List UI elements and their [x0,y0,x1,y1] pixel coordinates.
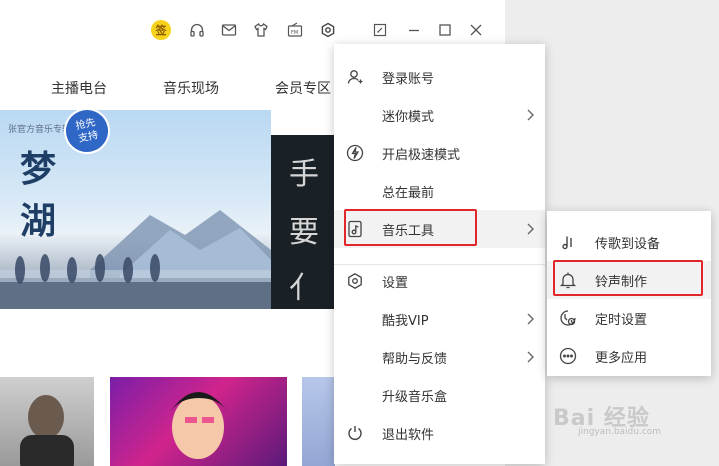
submenu-item-transfer-songs[interactable]: 传歌到设备 [547,223,711,261]
submenu-item-more-apps[interactable]: 更多应用 [547,337,711,375]
menu-item-speed-mode[interactable]: 开启极速模式 [334,134,545,172]
menu-item-mini-mode[interactable]: 迷你模式 [334,96,545,134]
user-icon [347,70,363,84]
featured-album-banner[interactable]: 张官方音乐专辑 梦 湖 [0,110,271,309]
menu-label: 退出软件 [382,428,435,443]
menu-item-login[interactable]: 登录账号 [334,58,545,96]
settings-hex-icon [348,273,362,289]
mini-window-icon[interactable] [370,20,390,40]
chevron-right-icon [527,109,534,121]
music-doc-icon [348,220,362,238]
tab-vip-zone[interactable]: 会员专区 [275,78,331,98]
mail-icon[interactable] [219,20,239,40]
svg-text:FM: FM [291,30,298,36]
minimize-icon[interactable] [404,20,424,40]
headphones-icon[interactable] [187,20,207,40]
sign-in-badge[interactable]: 签 [151,20,171,40]
menu-item-help-feedback[interactable]: 帮助与反馈 [334,338,545,376]
menu-label: 开启极速模式 [382,148,461,163]
submenu-label: 传歌到设备 [595,237,661,252]
menu-label: 总在最前 [382,186,435,201]
album-cover-2[interactable] [110,377,287,466]
album-cover-3[interactable] [302,377,335,466]
fm-icon[interactable]: FM [285,20,305,40]
submenu-item-ringtone[interactable]: 铃声制作 [547,261,711,299]
music-tools-submenu: 传歌到设备 铃声制作 定时设置 更多应用 [547,211,711,376]
menu-item-exit[interactable]: 退出软件 [334,414,545,452]
submenu-label: 铃声制作 [595,275,648,290]
more-icon [559,347,577,365]
menu-item-always-on-top[interactable]: 总在最前 [334,172,545,210]
menu-label: 酷我VIP [382,314,429,329]
menu-label: 帮助与反馈 [382,352,448,367]
tab-anchor-radio[interactable]: 主播电台 [51,78,107,98]
power-icon [348,426,362,440]
side-banner-char-3: 亻 [289,271,319,306]
timer-icon [560,310,576,326]
side-banner[interactable]: 手 要 亻 [271,135,335,309]
album-title-char-1: 梦 [20,148,57,190]
watermark-sub-text: jingyan.baidu.com [578,427,662,437]
menu-label: 音乐工具 [382,224,435,239]
baidu-watermark: Bai 经验 jingyan.baidu.com [553,400,661,437]
chevron-right-icon [527,313,534,325]
lightning-icon [346,144,364,162]
submenu-label: 定时设置 [595,313,648,328]
close-icon[interactable] [466,20,486,40]
album-tag-text: 张官方音乐专辑 [8,125,72,135]
menu-item-settings[interactable]: 设置 [334,262,545,300]
chevron-right-icon [527,223,534,235]
menu-label: 设置 [382,276,409,291]
tab-music-live[interactable]: 音乐现场 [163,78,219,98]
album-cover-1[interactable] [0,377,94,466]
menu-label: 升级音乐盒 [382,390,448,405]
menu-label: 迷你模式 [382,110,435,125]
side-banner-char-1: 手 [289,157,319,192]
music-note-icon [562,236,572,250]
side-banner-char-2: 要 [289,215,319,250]
menu-item-vip[interactable]: 酷我VIP [334,300,545,338]
submenu-item-timer[interactable]: 定时设置 [547,299,711,337]
menu-item-upgrade[interactable]: 升级音乐盒 [334,376,545,414]
bell-icon [559,272,577,289]
shirt-icon[interactable] [251,20,271,40]
menu-label: 登录账号 [382,72,435,87]
gear-icon[interactable] [318,20,338,40]
album-title-char-2: 湖 [20,200,57,242]
menu-item-music-tools[interactable]: 音乐工具 [334,210,545,248]
submenu-label: 更多应用 [595,351,648,366]
maximize-icon[interactable] [435,20,455,40]
chevron-right-icon [527,351,534,363]
main-context-menu: 登录账号 迷你模式 开启极速模式 总在最前 音乐工具 设置 酷我VIP 帮助与反… [334,44,545,464]
